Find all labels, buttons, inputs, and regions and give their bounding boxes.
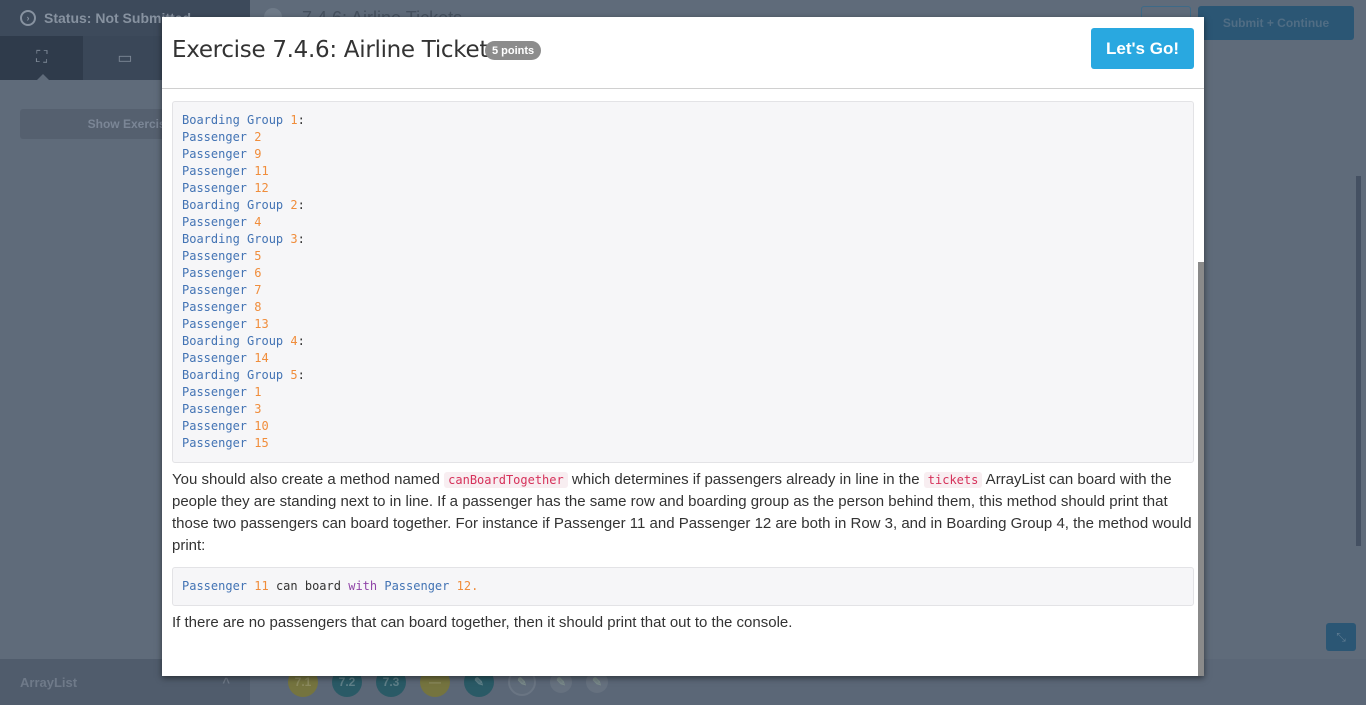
method-description: You should also create a method named ca… bbox=[172, 469, 1197, 557]
code-keyword: Boarding Group bbox=[182, 232, 284, 246]
page-scrollbar[interactable] bbox=[1356, 176, 1361, 546]
output-line: Passenger 8 bbox=[182, 299, 1184, 316]
output-line: Passenger 1 bbox=[182, 384, 1184, 401]
output-line: Passenger 4 bbox=[182, 214, 1184, 231]
output-line: Passenger 3 bbox=[182, 401, 1184, 418]
collapse-button[interactable]: ⤡ bbox=[1326, 623, 1356, 651]
no-match-description: If there are no passengers that can boar… bbox=[172, 614, 793, 631]
output-line: Boarding Group 2: bbox=[182, 197, 1184, 214]
output-line: Passenger 11 bbox=[182, 163, 1184, 180]
code-number: 3 bbox=[290, 232, 298, 246]
code-number: 1 bbox=[290, 113, 298, 127]
section-title: ArrayList bbox=[20, 674, 78, 690]
code-number: 2 bbox=[290, 198, 298, 212]
code-number: 2 bbox=[254, 130, 262, 144]
output-line: Passenger 7 bbox=[182, 282, 1184, 299]
output-line: Passenger 9 bbox=[182, 146, 1184, 163]
code-punctuation: : bbox=[297, 368, 305, 382]
tab-map[interactable]: ⛶ bbox=[0, 36, 84, 81]
code-keyword: Passenger bbox=[182, 300, 248, 314]
code-number: 6 bbox=[254, 266, 262, 280]
code-number: 9 bbox=[254, 147, 262, 161]
code-keyword: Boarding Group bbox=[182, 368, 284, 382]
code-keyword: Passenger bbox=[182, 351, 248, 365]
output-line: Passenger 13 bbox=[182, 316, 1184, 333]
submit-continue-button[interactable]: Submit + Continue bbox=[1198, 6, 1354, 40]
code-keyword: Passenger bbox=[182, 283, 248, 297]
output-line: Passenger 10 bbox=[182, 418, 1184, 435]
code-number: 15 bbox=[254, 436, 269, 450]
code-keyword: Boarding Group bbox=[182, 198, 284, 212]
code-keyword: Passenger bbox=[182, 164, 248, 178]
output-line: Boarding Group 1: bbox=[182, 112, 1184, 129]
code-number: 12. bbox=[456, 579, 479, 593]
exercise-modal: Exercise 7.4.6: Airline Tickets 5 points… bbox=[162, 17, 1204, 676]
output-line: Passenger 2 bbox=[182, 129, 1184, 146]
code-keyword: Passenger bbox=[182, 215, 248, 229]
modal-scrollbar[interactable] bbox=[1198, 262, 1204, 676]
code-number: 1 bbox=[254, 385, 262, 399]
output-line: Passenger 5 bbox=[182, 248, 1184, 265]
chevron-right-circle-icon: › bbox=[20, 10, 36, 26]
code-keyword: Passenger bbox=[182, 419, 248, 433]
code-keyword: Passenger bbox=[182, 130, 248, 144]
inline-code-method: canBoardTogether bbox=[444, 472, 568, 488]
code-number: 3 bbox=[254, 402, 262, 416]
modal-body: Boarding Group 1: Passenger 2 Passenger 9P… bbox=[162, 90, 1198, 676]
output-line: Boarding Group 4: bbox=[182, 333, 1184, 350]
code-number: 11 bbox=[254, 579, 269, 593]
code-keyword: Boarding Group bbox=[182, 334, 284, 348]
modal-header: Exercise 7.4.6: Airline Tickets 5 points… bbox=[162, 17, 1204, 89]
code-number: 8 bbox=[254, 300, 262, 314]
output-line: Passenger 12 bbox=[182, 180, 1184, 197]
code-number: 12 bbox=[254, 181, 269, 195]
code-keyword: Passenger bbox=[182, 181, 248, 195]
code-keyword: Boarding Group bbox=[182, 113, 284, 127]
description-text: which determines if passengers already i… bbox=[567, 471, 924, 488]
collapse-icon: ⤡ bbox=[1336, 629, 1346, 644]
code-number: 14 bbox=[254, 351, 269, 365]
code-number: 11 bbox=[254, 164, 269, 178]
code-number: 5 bbox=[254, 249, 262, 263]
description-text: You should also create a method named bbox=[172, 471, 445, 488]
code-punctuation: : bbox=[297, 334, 305, 348]
code-punctuation: : bbox=[297, 198, 305, 212]
inline-code-tickets: tickets bbox=[923, 472, 983, 488]
tab-calendar[interactable]: ▭ bbox=[83, 36, 166, 80]
lets-go-button[interactable]: Let's Go! bbox=[1091, 28, 1194, 69]
calendar-icon: ▭ bbox=[117, 50, 133, 67]
map-icon: ⛶ bbox=[36, 49, 48, 66]
code-number: 13 bbox=[254, 317, 269, 331]
example-output-block: Passenger 11 can board with Passenger 12… bbox=[172, 567, 1194, 606]
code-keyword: Passenger bbox=[182, 147, 248, 161]
code-number: 4 bbox=[254, 215, 262, 229]
output-line: Passenger 6 bbox=[182, 265, 1184, 282]
code-number: 10 bbox=[254, 419, 269, 433]
code-keyword: with bbox=[348, 579, 378, 593]
output-line: Passenger 14 bbox=[182, 350, 1184, 367]
code-punctuation: : bbox=[297, 232, 305, 246]
output-line: Boarding Group 5: bbox=[182, 367, 1184, 384]
output-line: Passenger 15 bbox=[182, 435, 1184, 452]
code-keyword: Passenger bbox=[182, 436, 248, 450]
code-number: 4 bbox=[290, 334, 298, 348]
code-keyword: Passenger bbox=[182, 402, 248, 416]
code-number: 7 bbox=[254, 283, 262, 297]
code-keyword: Passenger bbox=[182, 249, 248, 263]
code-text: can board bbox=[275, 579, 341, 593]
code-keyword: Passenger bbox=[182, 266, 248, 280]
output-line: Boarding Group 3: bbox=[182, 231, 1184, 248]
modal-title: Exercise 7.4.6: Airline Tickets bbox=[172, 37, 500, 63]
points-badge: 5 points bbox=[485, 41, 542, 60]
code-number: 5 bbox=[290, 368, 298, 382]
code-punctuation: : bbox=[297, 113, 305, 127]
code-keyword: Passenger bbox=[182, 317, 248, 331]
code-keyword: Passenger bbox=[182, 385, 248, 399]
code-keyword: Passenger bbox=[182, 579, 248, 593]
code-keyword: Passenger bbox=[384, 579, 450, 593]
sample-output-block: Boarding Group 1: Passenger 2 Passenger 9P… bbox=[172, 101, 1194, 463]
chevron-up-icon[interactable]: ^ bbox=[222, 675, 230, 690]
